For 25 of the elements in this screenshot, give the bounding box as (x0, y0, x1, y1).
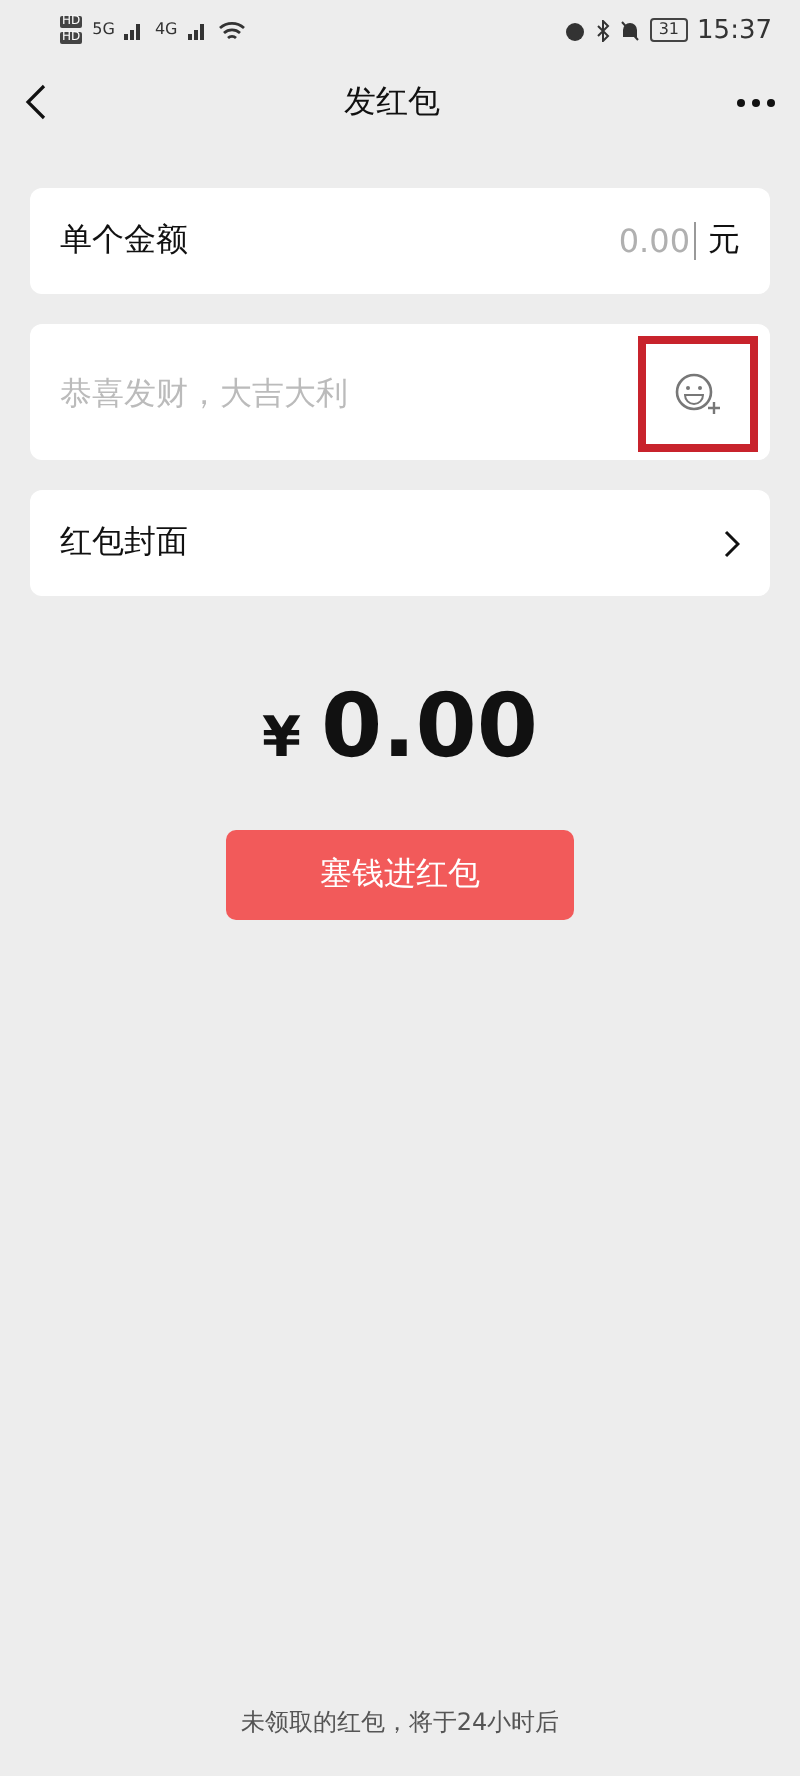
alarm-icon (564, 19, 587, 41)
emoji-add-icon[interactable] (674, 372, 722, 416)
wifi-icon (217, 19, 246, 41)
footer-note: 未领取的红包，将于24小时后 (240, 1706, 560, 1740)
bluetooth-icon (596, 19, 611, 41)
unit-label: 元 (708, 220, 740, 262)
total-amount: 0.00 (320, 676, 539, 778)
network-label: 5G (92, 22, 115, 38)
chevron-right-icon (724, 529, 740, 557)
page-title: 发红包 (344, 81, 440, 123)
currency-symbol: ¥ (261, 704, 301, 770)
amount-label: 单个金额 (60, 220, 188, 262)
amount-input[interactable]: 0.00 (618, 222, 696, 260)
cover-label: 红包封面 (60, 522, 188, 564)
back-icon[interactable] (24, 84, 48, 120)
clock-time: 15:37 (697, 15, 772, 45)
mute-icon (620, 19, 641, 41)
submit-button[interactable]: 塞钱进红包 (226, 830, 574, 920)
battery-icon: 31 (650, 18, 688, 42)
greeting-field[interactable]: 恭喜发财，大吉大利 (60, 373, 460, 411)
signal-icon (187, 20, 208, 40)
more-icon[interactable] (736, 97, 776, 107)
signal-icon (124, 20, 145, 40)
network-label: 4G (154, 22, 178, 38)
cover-row[interactable]: 红包封面 (30, 490, 770, 596)
